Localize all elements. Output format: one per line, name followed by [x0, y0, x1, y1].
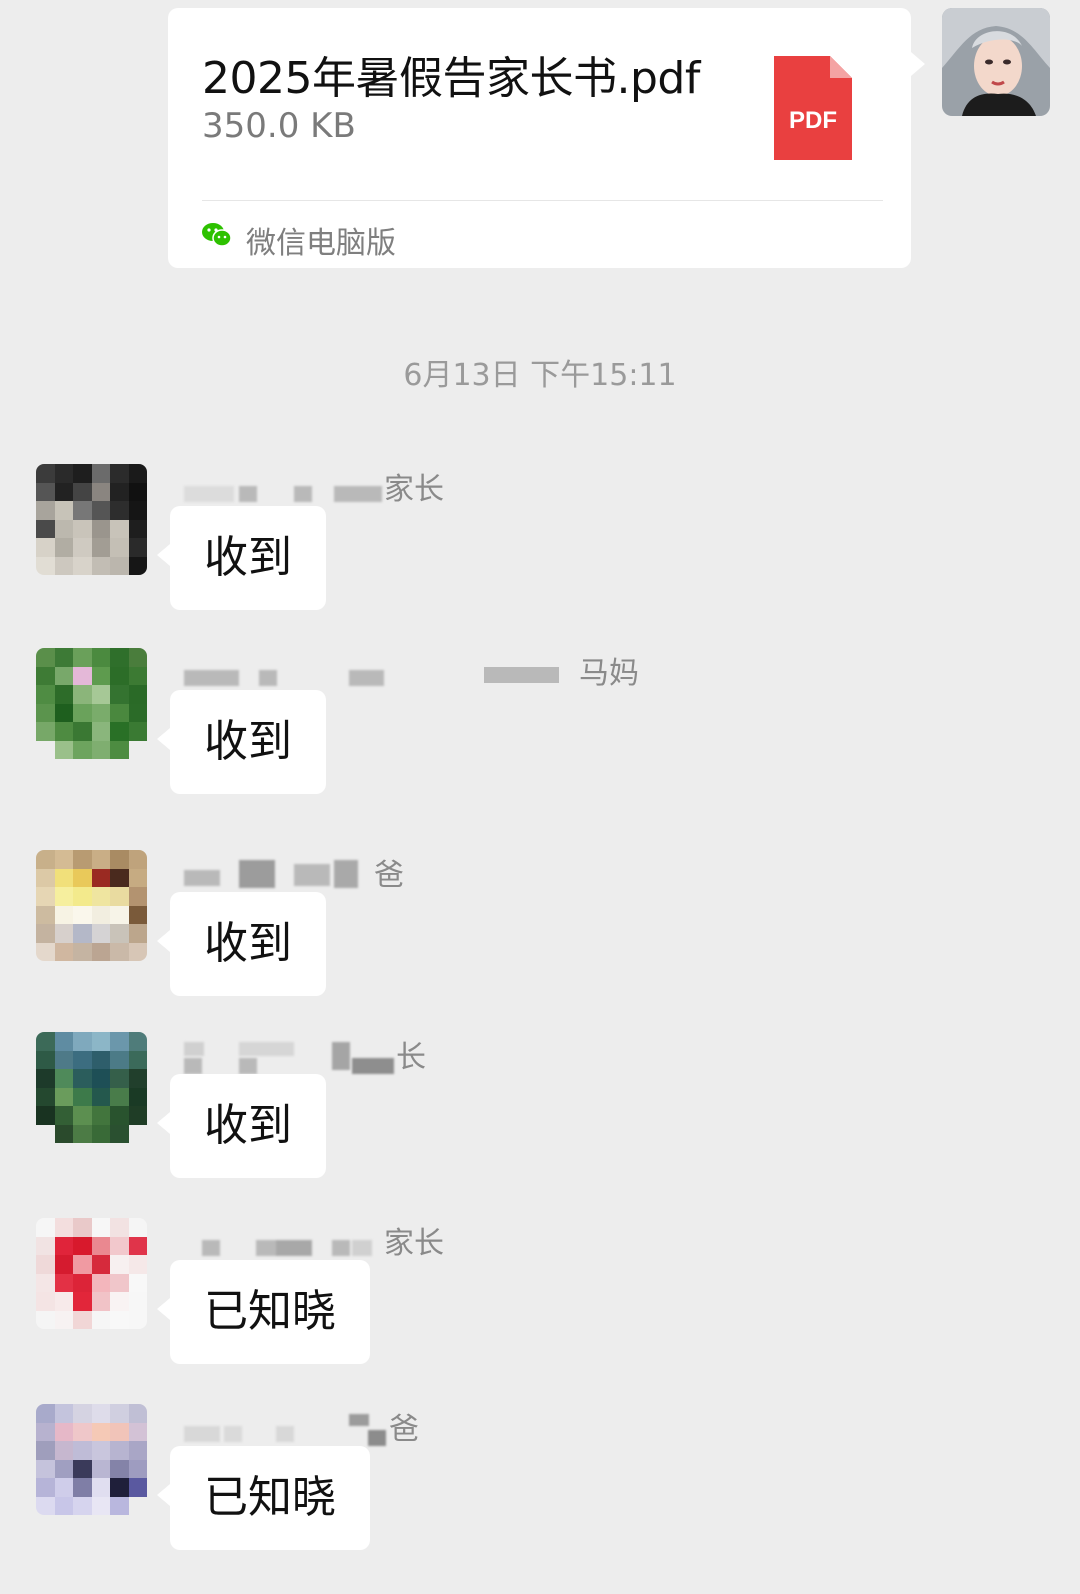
message-bubble[interactable]: 收到 — [157, 1074, 326, 1178]
sender-name: 爸 — [184, 1404, 604, 1447]
file-source-label: 微信电脑版 — [246, 226, 396, 261]
chat-message: 家长 已知晓 — [0, 1218, 1080, 1408]
message-bubble[interactable]: 收到 — [157, 892, 326, 996]
message-bubble[interactable]: 收到 — [157, 506, 326, 610]
avatar[interactable] — [36, 648, 147, 759]
sender-name: 马妈 — [184, 648, 639, 691]
sender-name: 家长 — [184, 464, 604, 507]
avatar[interactable] — [36, 850, 147, 961]
wechat-icon — [202, 223, 232, 247]
blurred-name — [184, 1226, 384, 1256]
chat-timestamp: 6月13日 下午15:11 — [403, 358, 677, 393]
message-bubble[interactable]: 已知晓 — [157, 1260, 370, 1364]
message-bubble[interactable]: 已知晓 — [157, 1446, 370, 1550]
sender-label: 长 — [396, 1040, 426, 1075]
avatar[interactable] — [36, 1218, 147, 1329]
blurred-name — [184, 1040, 394, 1074]
chat-message: 爸 收到 — [0, 850, 1080, 1040]
sender-label: 家长 — [384, 472, 444, 507]
file-name: 2025年暑假告家长书.pdf — [202, 53, 700, 104]
blurred-name — [184, 472, 384, 502]
sender-label: 马妈 — [484, 648, 639, 692]
sender-name: 家长 — [184, 1218, 604, 1261]
chat-message: 马妈 收到 — [0, 648, 1080, 838]
chat-message: 爸 已知晓 — [0, 1404, 1080, 1594]
sender-label: 爸 — [374, 858, 404, 893]
avatar[interactable] — [36, 464, 147, 575]
avatar[interactable] — [36, 1032, 147, 1143]
sender-label: 爸 — [389, 1412, 419, 1447]
pdf-type-label: PDF — [789, 107, 837, 134]
sender-name: 长 — [184, 1032, 604, 1075]
self-avatar[interactable] — [942, 8, 1050, 116]
file-message-bubble[interactable]: 2025年暑假告家长书.pdf 350.0 KB PDF 微信电脑版 — [168, 8, 925, 268]
sender-label: 家长 — [384, 1226, 444, 1261]
chat-message: 长 收到 — [0, 1032, 1080, 1222]
divider — [202, 200, 883, 201]
chat-message: 家长 收到 — [0, 464, 1080, 654]
file-size: 350.0 KB — [202, 106, 356, 146]
message-bubble[interactable]: 收到 — [157, 690, 326, 794]
pdf-file-icon: PDF — [774, 56, 852, 160]
avatar[interactable] — [36, 1404, 147, 1515]
blurred-name — [184, 656, 384, 686]
sender-name: 爸 — [184, 850, 604, 893]
blurred-name — [184, 858, 384, 888]
blurred-name — [184, 1412, 386, 1446]
